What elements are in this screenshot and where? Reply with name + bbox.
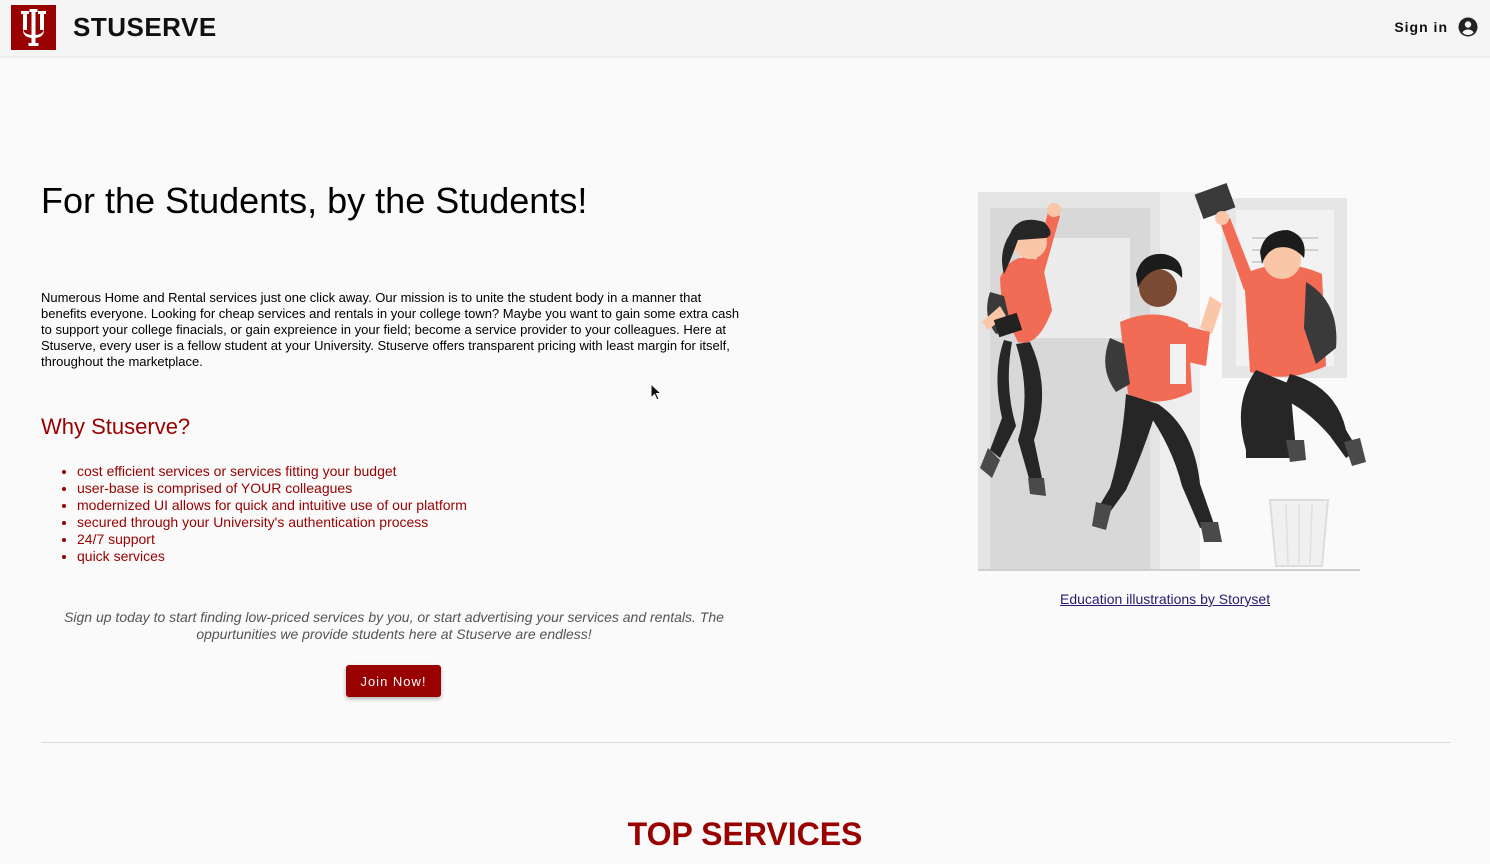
iu-trident-logo-icon[interactable] (11, 5, 56, 50)
join-now-button[interactable]: Join Now! (346, 665, 441, 697)
sign-in-button[interactable]: Sign in (1394, 17, 1478, 37)
sign-in-label: Sign in (1394, 19, 1448, 35)
list-item: 24/7 support (77, 531, 467, 548)
section-divider (41, 742, 1450, 743)
brand-title[interactable]: STUSERVE (73, 12, 217, 43)
list-item: cost efficient services or services fitt… (77, 463, 467, 480)
signup-note: Sign up today to start finding low-price… (64, 609, 724, 642)
mouse-pointer-icon (650, 382, 663, 406)
intro-paragraph: Numerous Home and Rental services just o… (41, 290, 740, 369)
students-jumping-illustration (960, 178, 1390, 578)
list-item: user-base is comprised of YOUR colleague… (77, 480, 467, 497)
why-stuserve-list: cost efficient services or services fitt… (41, 463, 467, 565)
app-bar: STUSERVE Sign in (0, 0, 1490, 57)
list-item: modernized UI allows for quick and intui… (77, 497, 467, 514)
list-item: quick services (77, 548, 467, 565)
account-circle-icon (1458, 17, 1478, 37)
storyset-credit-link[interactable]: Education illustrations by Storyset (1060, 591, 1270, 607)
why-stuserve-heading: Why Stuserve? (41, 414, 191, 439)
list-item: secured through your University's authen… (77, 514, 467, 531)
top-services-heading: TOP SERVICES (627, 816, 863, 852)
hero-title: For the Students, by the Students! (41, 180, 588, 221)
